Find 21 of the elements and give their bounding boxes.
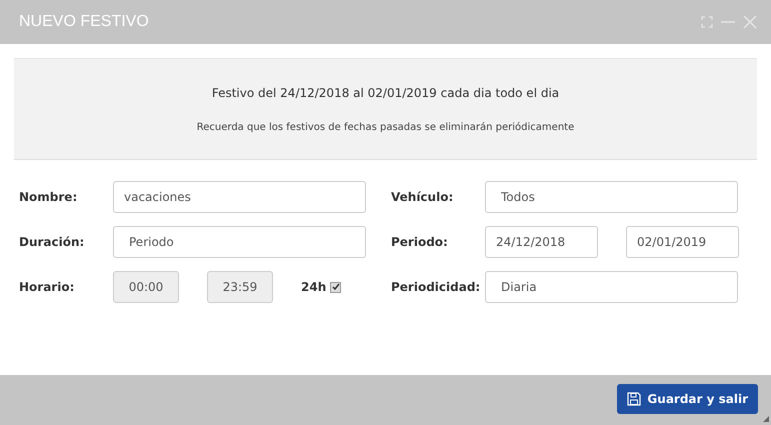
date-field[interactable]: 02/01/2019 [626, 226, 739, 258]
field-label: Vehículo: [391, 190, 454, 204]
window-title: NUEVO FESTIVO [19, 13, 149, 31]
field-label: Periodicidad: [391, 280, 482, 294]
checkbox-label: 24h [301, 280, 326, 294]
summary-text: Festivo del 24/12/2018 al 02/01/2019 cada dia todo el dia [212, 86, 560, 100]
input-field[interactable]: vacaciones [113, 181, 366, 213]
note-text: Recuerda que los festivos de fechas pasadas se eliminarán periódicamente [196, 122, 574, 132]
save-button[interactable]: Guardar y salir [617, 384, 758, 414]
input-field[interactable]: Todos [485, 181, 738, 213]
resize-grip-icon[interactable] [763, 416, 769, 422]
input-field[interactable]: Diaria [485, 271, 738, 303]
field-label: Duración: [19, 235, 86, 249]
field-label: Horario: [19, 280, 76, 294]
date-field[interactable]: 24/12/2018 [485, 226, 598, 258]
input-field[interactable]: Periodo [113, 226, 366, 258]
field-label: Nombre: [19, 190, 78, 204]
close-icon[interactable] [743, 15, 757, 29]
maximize-icon[interactable] [701, 16, 713, 28]
checkbox[interactable] [330, 282, 342, 292]
field-label: Periodo: [391, 235, 449, 249]
